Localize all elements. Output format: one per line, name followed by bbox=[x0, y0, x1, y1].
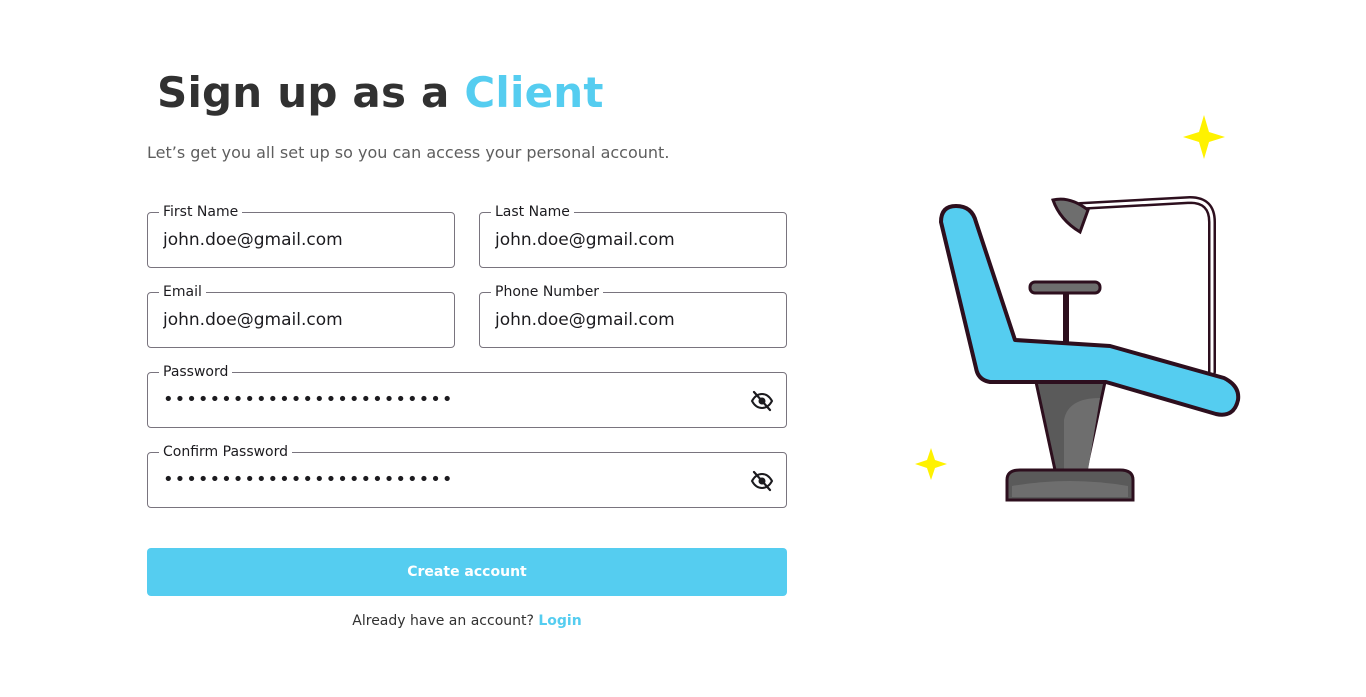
first-name-input[interactable] bbox=[163, 229, 399, 251]
page-title: Sign up as a Client bbox=[157, 68, 604, 117]
confirm-password-label: Confirm Password bbox=[159, 443, 293, 461]
first-name-field: First Name bbox=[147, 203, 455, 268]
page-subtitle: Let’s get you all set up so you can acce… bbox=[147, 143, 670, 162]
password-input[interactable] bbox=[163, 389, 731, 411]
email-label: Email bbox=[159, 283, 206, 301]
confirm-password-input[interactable] bbox=[163, 469, 731, 491]
title-accent: Client bbox=[464, 68, 604, 117]
login-prompt: Already have an account? Login bbox=[147, 613, 787, 629]
password-label: Password bbox=[159, 363, 233, 381]
dental-chair-illustration bbox=[915, 115, 1241, 502]
eye-off-icon[interactable] bbox=[750, 390, 774, 412]
sparkle-icon bbox=[1183, 115, 1225, 159]
title-prefix: Sign up as a bbox=[157, 68, 465, 117]
last-name-input[interactable] bbox=[495, 229, 731, 251]
eye-off-icon[interactable] bbox=[750, 470, 774, 492]
email-field: Email bbox=[147, 283, 455, 348]
create-account-button[interactable]: Create account bbox=[147, 548, 787, 596]
phone-label: Phone Number bbox=[491, 283, 604, 301]
last-name-field: Last Name bbox=[479, 203, 787, 268]
phone-field: Phone Number bbox=[479, 283, 787, 348]
phone-input[interactable] bbox=[495, 309, 731, 331]
sparkle-icon bbox=[915, 448, 947, 480]
last-name-label: Last Name bbox=[491, 203, 574, 221]
password-field: Password bbox=[147, 363, 787, 428]
login-link[interactable]: Login bbox=[538, 613, 581, 629]
confirm-password-field: Confirm Password bbox=[147, 443, 787, 508]
login-prompt-text: Already have an account? bbox=[352, 613, 539, 629]
first-name-label: First Name bbox=[159, 203, 243, 221]
email-input[interactable] bbox=[163, 309, 399, 331]
